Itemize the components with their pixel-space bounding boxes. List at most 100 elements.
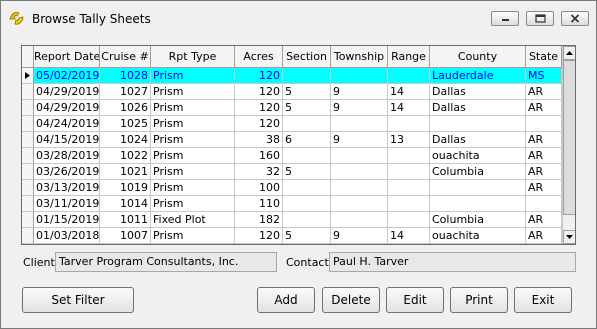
cell-range[interactable] (388, 116, 430, 132)
table-row[interactable]: 03/28/2019 1022 Prism 160 ouachita AR (34, 148, 562, 164)
cell-township[interactable] (331, 164, 388, 180)
cell-township[interactable] (331, 212, 388, 228)
row-selector[interactable] (22, 164, 34, 180)
cell-range[interactable] (388, 68, 430, 84)
cell-state[interactable] (526, 116, 562, 132)
cell-cruise-number[interactable]: 1028 (100, 68, 151, 84)
cell-rpt-type[interactable]: Prism (151, 100, 235, 116)
cell-township[interactable]: 9 (331, 132, 388, 148)
cell-township[interactable] (331, 180, 388, 196)
cell-township[interactable]: 9 (331, 84, 388, 100)
contact-field[interactable]: Paul H. Tarver (329, 252, 576, 272)
cell-cruise-number[interactable]: 1021 (100, 164, 151, 180)
cell-rpt-type[interactable]: Prism (151, 116, 235, 132)
cell-county[interactable]: ouachita (430, 228, 526, 244)
cell-county[interactable]: Dallas (430, 100, 526, 116)
cell-range[interactable] (388, 180, 430, 196)
cell-state[interactable]: AR (526, 180, 562, 196)
table-row[interactable]: 01/03/2018 1007 Prism 120 5 9 14 ouachita AR (34, 228, 562, 244)
column-header-report-date[interactable]: Report Date (34, 46, 100, 68)
scroll-up-button[interactable] (563, 46, 575, 60)
cell-state[interactable]: AR (526, 100, 562, 116)
cell-county[interactable] (430, 196, 526, 212)
row-selector[interactable] (22, 132, 34, 148)
edit-button[interactable]: Edit (386, 287, 444, 313)
cell-acres[interactable]: 38 (235, 132, 283, 148)
cell-report-date[interactable]: 04/24/2019 (34, 116, 100, 132)
cell-township[interactable]: 9 (331, 100, 388, 116)
cell-township[interactable] (331, 68, 388, 84)
cell-section[interactable] (283, 116, 331, 132)
row-selector[interactable] (22, 228, 34, 244)
cell-rpt-type[interactable]: Prism (151, 164, 235, 180)
cell-rpt-type[interactable]: Prism (151, 196, 235, 212)
table-row[interactable]: 05/02/2019 1028 Prism 120 Lauderdale MS (34, 68, 562, 84)
cell-rpt-type[interactable]: Prism (151, 132, 235, 148)
maximize-button[interactable] (526, 11, 554, 26)
row-selector[interactable] (22, 68, 34, 84)
cell-acres[interactable]: 120 (235, 84, 283, 100)
cell-cruise-number[interactable]: 1027 (100, 84, 151, 100)
set-filter-button[interactable]: Set Filter (22, 287, 134, 313)
cell-range[interactable] (388, 212, 430, 228)
column-header-state[interactable]: State (526, 46, 562, 68)
delete-button[interactable]: Delete (322, 287, 380, 313)
cell-range[interactable] (388, 148, 430, 164)
row-selector[interactable] (22, 100, 34, 116)
cell-rpt-type[interactable]: Prism (151, 228, 235, 244)
cell-state[interactable]: AR (526, 212, 562, 228)
column-header-acres[interactable]: Acres (235, 46, 283, 68)
cell-report-date[interactable]: 04/29/2019 (34, 84, 100, 100)
cell-township[interactable]: 9 (331, 228, 388, 244)
cell-range[interactable] (388, 196, 430, 212)
cell-report-date[interactable]: 04/15/2019 (34, 132, 100, 148)
print-button[interactable]: Print (450, 287, 508, 313)
cell-county[interactable]: Columbia (430, 212, 526, 228)
client-field[interactable]: Tarver Program Consultants, Inc. (55, 252, 277, 272)
close-button[interactable] (561, 11, 589, 26)
cell-section[interactable]: 5 (283, 100, 331, 116)
table-row[interactable]: 03/26/2019 1021 Prism 32 5 Columbia AR (34, 164, 562, 180)
cell-report-date[interactable]: 01/03/2018 (34, 228, 100, 244)
row-selector[interactable] (22, 84, 34, 100)
row-selector[interactable] (22, 180, 34, 196)
cell-report-date[interactable]: 03/11/2019 (34, 196, 100, 212)
cell-county[interactable] (430, 116, 526, 132)
column-header-rpt-type[interactable]: Rpt Type (151, 46, 235, 68)
cell-report-date[interactable]: 03/28/2019 (34, 148, 100, 164)
cell-state[interactable]: AR (526, 148, 562, 164)
cell-report-date[interactable]: 01/15/2019 (34, 212, 100, 228)
cell-cruise-number[interactable]: 1026 (100, 100, 151, 116)
vertical-scrollbar[interactable] (562, 46, 575, 244)
cell-range[interactable] (388, 164, 430, 180)
cell-state[interactable]: AR (526, 84, 562, 100)
column-header-section[interactable]: Section (283, 46, 331, 68)
cell-range[interactable]: 13 (388, 132, 430, 148)
cell-state[interactable]: AR (526, 228, 562, 244)
cell-cruise-number[interactable]: 1014 (100, 196, 151, 212)
cell-rpt-type[interactable]: Prism (151, 68, 235, 84)
cell-cruise-number[interactable]: 1007 (100, 228, 151, 244)
cell-rpt-type[interactable]: Prism (151, 84, 235, 100)
cell-section[interactable] (283, 212, 331, 228)
column-header-county[interactable]: County (430, 46, 526, 68)
scroll-down-button[interactable] (563, 230, 575, 244)
table-row[interactable]: 04/29/2019 1027 Prism 120 5 9 14 Dallas AR (34, 84, 562, 100)
cell-township[interactable] (331, 116, 388, 132)
cell-cruise-number[interactable]: 1019 (100, 180, 151, 196)
cell-acres[interactable]: 120 (235, 228, 283, 244)
cell-range[interactable]: 14 (388, 228, 430, 244)
cell-section[interactable] (283, 148, 331, 164)
cell-section[interactable] (283, 180, 331, 196)
cell-report-date[interactable]: 05/02/2019 (34, 68, 100, 84)
cell-township[interactable] (331, 196, 388, 212)
cell-county[interactable]: ouachita (430, 148, 526, 164)
cell-section[interactable]: 5 (283, 84, 331, 100)
cell-state[interactable]: AR (526, 164, 562, 180)
cell-county[interactable]: Columbia (430, 164, 526, 180)
cell-acres[interactable]: 110 (235, 196, 283, 212)
table-row[interactable]: 03/11/2019 1014 Prism 110 (34, 196, 562, 212)
cell-acres[interactable]: 120 (235, 100, 283, 116)
cell-acres[interactable]: 160 (235, 148, 283, 164)
cell-rpt-type[interactable]: Prism (151, 148, 235, 164)
